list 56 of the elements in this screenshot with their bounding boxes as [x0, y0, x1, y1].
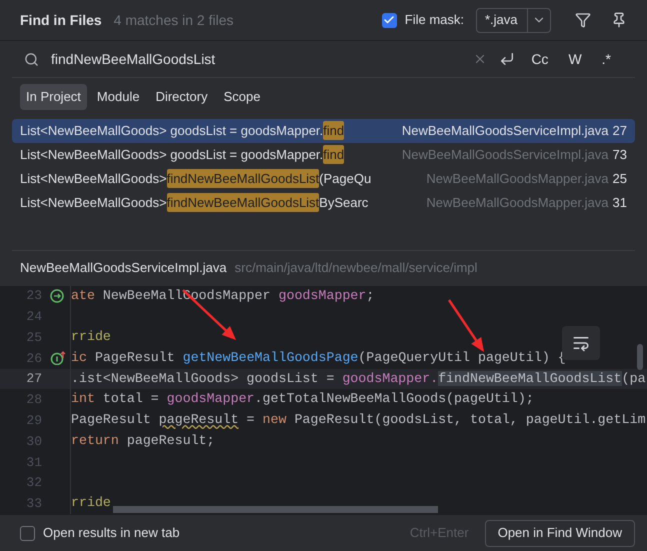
vertical-scrollbar[interactable] — [637, 344, 643, 370]
match-highlight: find — [323, 120, 344, 140]
match-highlight: find — [323, 144, 344, 164]
result-code: (PageQu — [319, 170, 372, 188]
open-in-find-window-button[interactable]: Open in Find Window — [484, 520, 635, 546]
match-highlight: findNewBeeMallGoodsList — [166, 168, 320, 188]
search-option-toggle[interactable]: Cc — [527, 48, 552, 70]
scope-tab[interactable]: In Project — [20, 84, 87, 110]
file-mask-label: File mask: — [404, 11, 464, 30]
code-text: rride — [71, 328, 111, 346]
horizontal-scrollbar[interactable] — [113, 506, 438, 513]
code-text: return pageResult; — [71, 432, 215, 450]
code-text: rride — [71, 494, 111, 512]
result-file: NewBeeMallGoodsServiceImpl.java — [402, 122, 609, 140]
new-tab-label: Open results in new tab — [43, 524, 180, 542]
result-code: List<NewBeeMallGoods> goodsList = goodsMapper. — [20, 146, 324, 164]
preview-file-name: NewBeeMallGoodsServiceImpl.java — [20, 259, 227, 278]
result-code: List<NewBeeMallGoods> — [20, 170, 167, 188]
match-highlight: findNewBeeMallGoodsList — [166, 192, 320, 212]
code-text: PageResult pageResult = new PageResult(goodsList, total, pageUtil.getLim — [71, 411, 646, 430]
newline-icon[interactable] — [499, 51, 516, 67]
check-icon — [383, 14, 396, 26]
file-mask-checkbox[interactable] — [382, 12, 397, 28]
result-line-number: 31 — [612, 194, 627, 212]
scope-tab[interactable]: Module — [90, 84, 146, 110]
result-code: BySearc — [319, 194, 368, 212]
implement-gutter-icon[interactable] — [50, 288, 64, 303]
new-tab-checkbox[interactable] — [20, 526, 35, 540]
line-number: 27 — [25, 370, 43, 388]
code-text: int total = goodsMapper.getTotalNewBeeMallGoods(pageUtil); — [71, 390, 534, 408]
result-line-number: 73 — [612, 146, 627, 164]
annotation-arrow — [448, 299, 484, 352]
dialog-title: Find in Files — [20, 10, 102, 30]
search-option-toggle[interactable]: W — [564, 48, 586, 70]
pin-icon[interactable] — [611, 12, 627, 28]
preview-file-path: src/main/java/ltd/newbee/mall/service/impl — [234, 259, 478, 278]
scope-tab[interactable]: Scope — [218, 84, 266, 110]
result-file: NewBeeMallGoodsMapper.java — [426, 170, 609, 188]
result-row[interactable]: List<NewBeeMallGoods> goodsList = goodsMapper.find NewBeeMallGoodsServiceImpl.java 27 — [12, 118, 635, 142]
search-field[interactable]: findNewBeeMallGoodsList — [51, 48, 462, 70]
filter-icon[interactable] — [575, 12, 591, 28]
result-code: List<NewBeeMallGoods> — [20, 194, 167, 212]
result-code: List<NewBeeMallGoods> goodsList = goodsMapper. — [20, 122, 324, 140]
result-row[interactable]: List<NewBeeMallGoods>findNewBeeMallGoodsListBySearc NewBeeMallGoodsMapper.java 31 — [12, 190, 635, 214]
result-row[interactable]: List<NewBeeMallGoods>findNewBeeMallGoodsList(PageQu NewBeeMallGoodsMapper.java 25 — [12, 166, 635, 190]
result-file: NewBeeMallGoodsServiceImpl.java — [402, 146, 609, 164]
scope-tab[interactable]: Directory — [150, 84, 214, 110]
result-line-number: 25 — [612, 170, 627, 188]
result-line-number: 27 — [612, 122, 627, 140]
match-summary: 4 matches in 2 files — [114, 10, 234, 30]
result-row[interactable]: List<NewBeeMallGoods> goodsList = goodsMapper.find NewBeeMallGoodsServiceImpl.java 73 — [12, 142, 635, 166]
search-option-toggle[interactable]: .* — [598, 48, 615, 70]
code-text: .ist<NewBeeMallGoods> goodsList = goodsMapper.findNewBeeMallGoodsList(pa — [71, 370, 646, 388]
override-gutter-icon[interactable] — [50, 351, 66, 366]
search-icon[interactable] — [24, 52, 39, 66]
result-file: NewBeeMallGoodsMapper.java — [426, 194, 609, 212]
